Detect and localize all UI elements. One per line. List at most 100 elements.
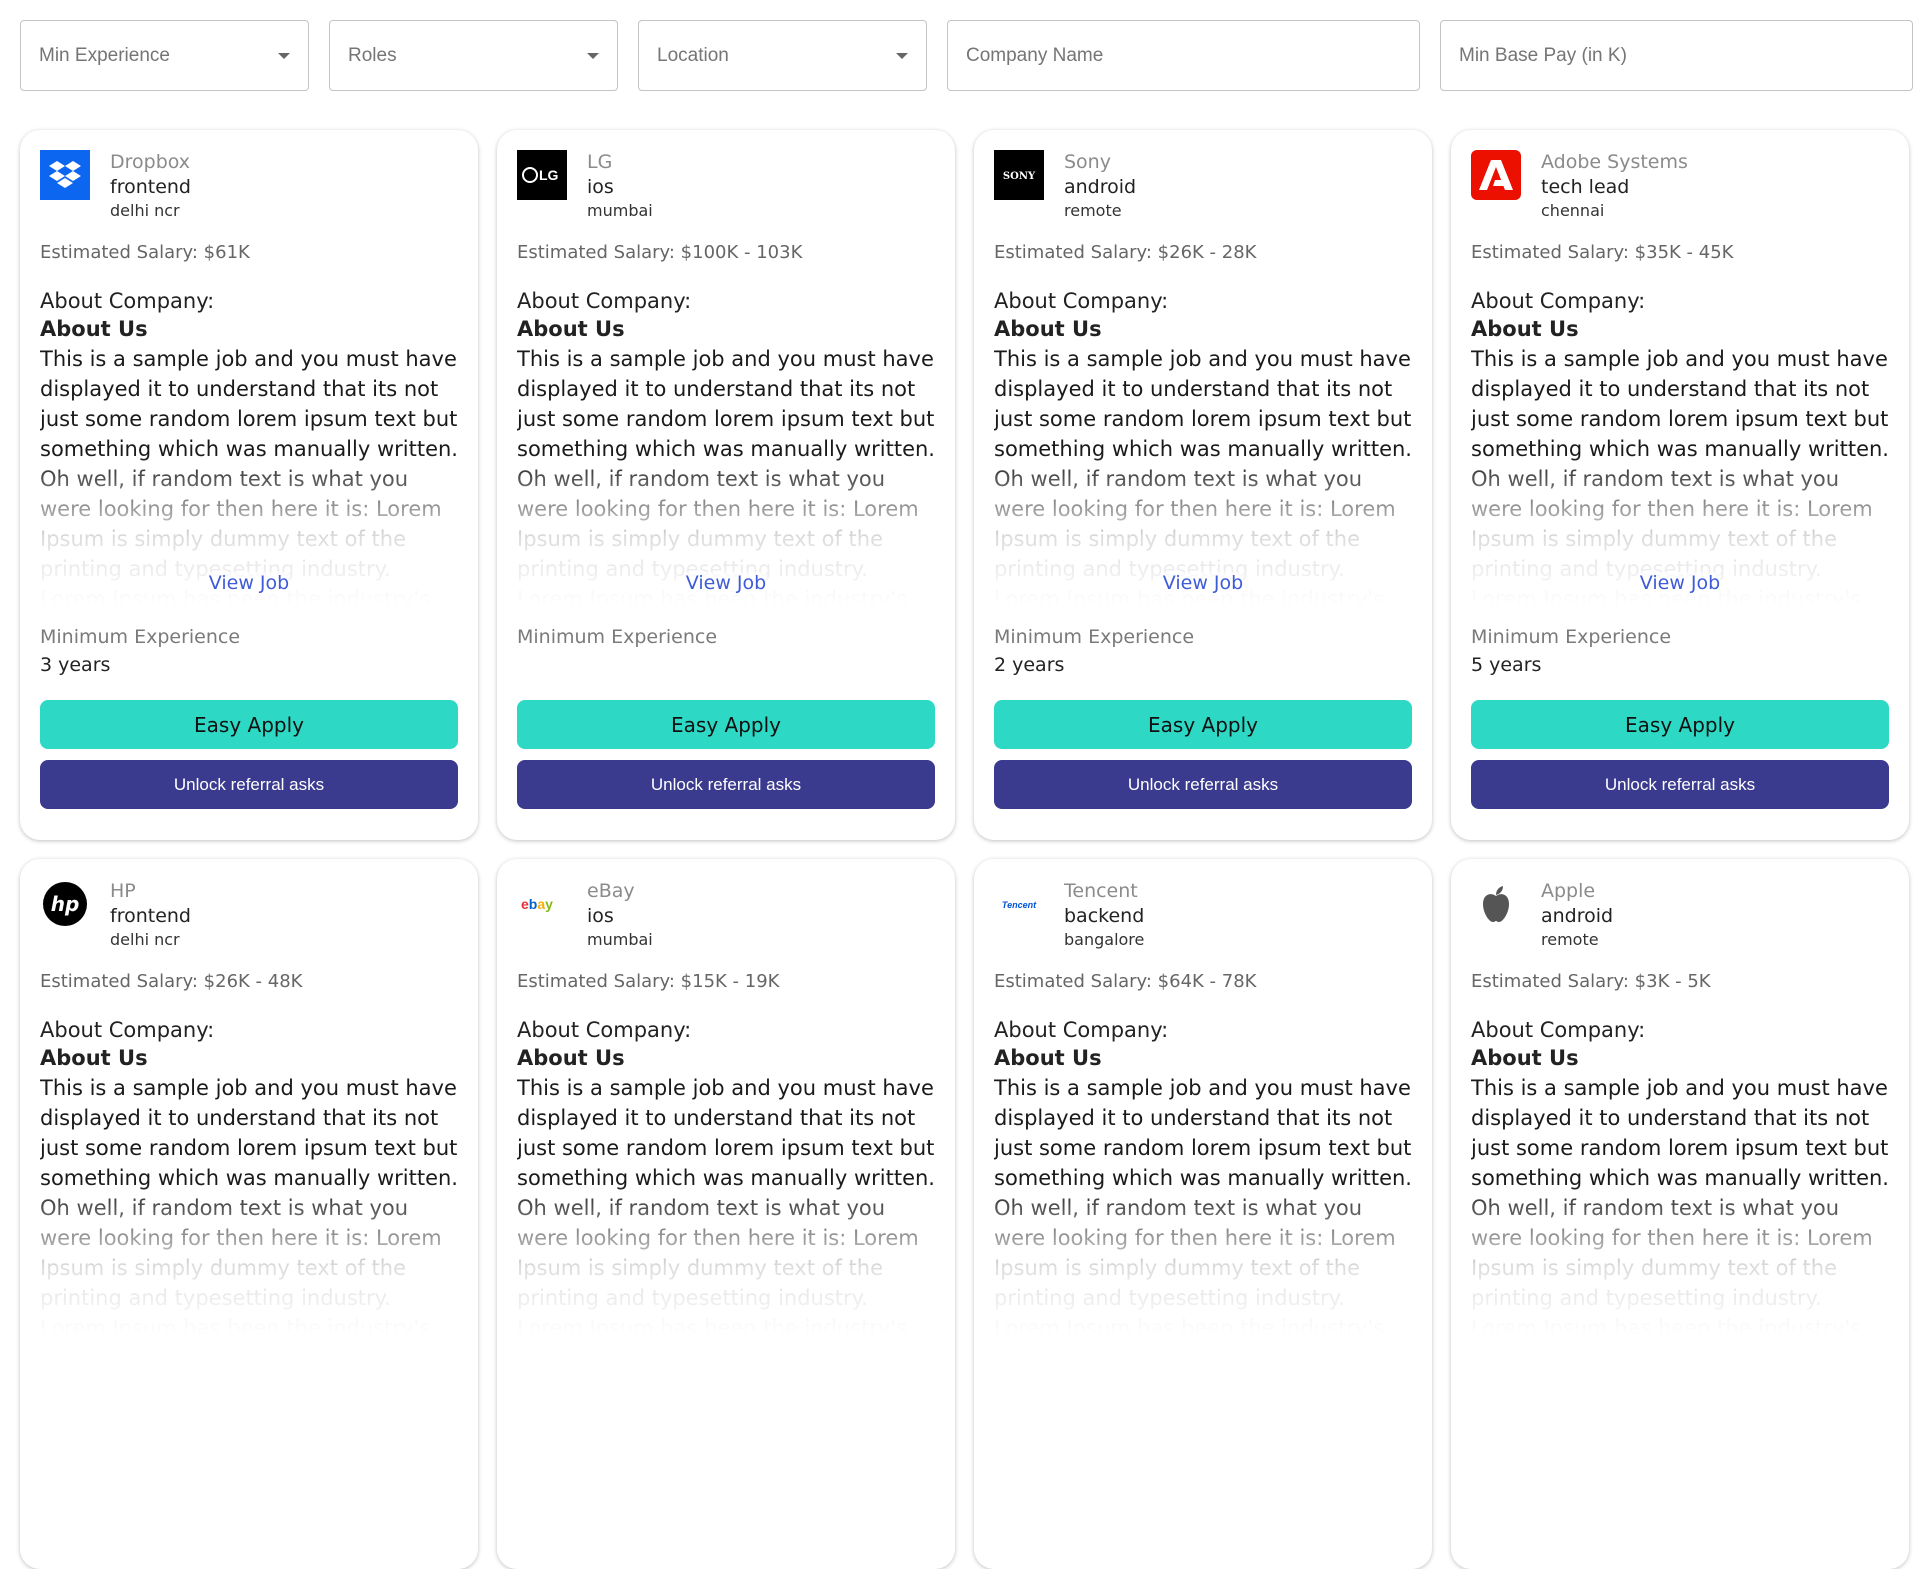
company-name: Adobe Systems [1541,151,1688,173]
description-fade [994,1183,1412,1335]
chevron-down-icon [278,53,290,59]
estimated-salary: Estimated Salary: $26K - 48K [40,971,303,992]
svg-text:SONY: SONY [1003,171,1036,182]
about-company-heading: About Company: [1471,1018,1646,1042]
job-card-grid: Dropbox frontend delhi ncr Estimated Sal… [20,130,1909,1569]
location-placeholder: Location [657,44,729,66]
job-card-header: hp HP frontend delhi ncr [40,879,458,957]
minimum-experience-value: 2 years [994,654,1065,676]
unlock-referral-button[interactable]: Unlock referral asks [517,760,935,809]
company-name: Dropbox [110,151,191,173]
minimum-experience-label: Minimum Experience [40,626,241,648]
about-us-heading: About Us [994,1046,1102,1070]
job-location: remote [1541,930,1599,949]
job-role: android [1064,176,1137,198]
view-job-link[interactable]: View Job [1162,572,1244,594]
about-company-heading: About Company: [40,1018,215,1042]
view-job-link[interactable]: View Job [1639,572,1721,594]
job-card: Tencent Tencent backend bangalore Estima… [974,859,1432,1569]
about-us-heading: About Us [517,1046,625,1070]
description-fade [517,1183,935,1335]
job-card-header: Tencent Tencent backend bangalore [994,879,1412,957]
location-select[interactable]: Location [638,20,927,91]
company-name: Apple [1541,880,1596,902]
job-description: This is a sample job and you must have d… [40,1073,458,1335]
about-us-heading: About Us [40,1046,148,1070]
about-company-heading: About Company: [994,289,1169,313]
job-location: remote [1064,201,1122,220]
apple-logo-icon [1471,879,1521,929]
job-description: This is a sample job and you must have d… [517,344,935,606]
job-card: Apple android remote Estimated Salary: $… [1451,859,1909,1569]
about-us-heading: About Us [517,317,625,341]
job-card: hp HP frontend delhi ncr Estimated Salar… [20,859,478,1569]
easy-apply-button[interactable]: Easy Apply [40,700,458,749]
unlock-referral-button[interactable]: Unlock referral asks [1471,760,1889,809]
job-location: chennai [1541,201,1605,220]
estimated-salary: Estimated Salary: $15K - 19K [517,971,780,992]
company-name-input[interactable]: Company Name [947,20,1420,91]
ebay-logo-icon: ebay [517,879,567,929]
chevron-down-icon [896,53,908,59]
job-description: This is a sample job and you must have d… [1471,1073,1889,1335]
hp-logo-icon: hp [40,879,90,929]
job-card: ebay eBay ios mumbai Estimated Salary: $… [497,859,955,1569]
minimum-experience-value: 3 years [40,654,111,676]
min-base-pay-input[interactable]: Min Base Pay (in K) [1440,20,1913,91]
chevron-down-icon [587,53,599,59]
company-name: Sony [1064,151,1111,173]
about-us-heading: About Us [40,317,148,341]
job-card: LG LG ios mumbai Estimated Salary: $100K… [497,130,955,840]
job-card-header: Apple android remote [1471,879,1889,957]
filter-bar: Min Experience Roles Location Company Na… [20,20,1913,91]
min-experience-select[interactable]: Min Experience [20,20,309,91]
job-card-header: LG LG ios mumbai [517,150,935,228]
job-location: delhi ncr [110,930,180,949]
roles-select[interactable]: Roles [329,20,618,91]
job-card: SONY Sony android remote Estimated Salar… [974,130,1432,840]
svg-text:ebay: ebay [521,896,553,912]
minimum-experience-label: Minimum Experience [994,626,1195,648]
dropbox-logo-icon [40,150,90,200]
easy-apply-button[interactable]: Easy Apply [994,700,1412,749]
about-company-heading: About Company: [994,1018,1169,1042]
estimated-salary: Estimated Salary: $35K - 45K [1471,242,1734,263]
description-fade [1471,1183,1889,1335]
about-us-heading: About Us [1471,1046,1579,1070]
min-base-pay-placeholder: Min Base Pay (in K) [1459,44,1627,66]
job-card-header: Dropbox frontend delhi ncr [40,150,458,228]
svg-text:LG: LG [539,167,559,183]
unlock-referral-button[interactable]: Unlock referral asks [994,760,1412,809]
company-name-placeholder: Company Name [966,44,1104,66]
job-card-header: Adobe Systems tech lead chennai [1471,150,1889,228]
job-location: delhi ncr [110,201,180,220]
about-company-heading: About Company: [517,1018,692,1042]
easy-apply-button[interactable]: Easy Apply [517,700,935,749]
job-card-header: SONY Sony android remote [994,150,1412,228]
job-description: This is a sample job and you must have d… [994,1073,1412,1335]
view-job-link[interactable]: View Job [685,572,767,594]
job-description: This is a sample job and you must have d… [994,344,1412,606]
unlock-referral-button[interactable]: Unlock referral asks [40,760,458,809]
about-company-heading: About Company: [1471,289,1646,313]
job-description: This is a sample job and you must have d… [517,1073,935,1335]
description-fade [40,1183,458,1335]
about-company-heading: About Company: [40,289,215,313]
job-role: frontend [110,905,191,927]
view-job-link[interactable]: View Job [208,572,290,594]
minimum-experience-label: Minimum Experience [1471,626,1672,648]
minimum-experience-label: Minimum Experience [517,626,718,648]
estimated-salary: Estimated Salary: $61K [40,242,250,263]
about-us-heading: About Us [994,317,1102,341]
company-name: eBay [587,880,635,902]
lg-logo-icon: LG [517,150,567,200]
job-role: frontend [110,176,191,198]
roles-placeholder: Roles [348,44,397,66]
easy-apply-button[interactable]: Easy Apply [1471,700,1889,749]
estimated-salary: Estimated Salary: $26K - 28K [994,242,1257,263]
about-company-heading: About Company: [517,289,692,313]
job-card: Dropbox frontend delhi ncr Estimated Sal… [20,130,478,840]
svg-text:Tencent: Tencent [1002,900,1037,910]
company-name: HP [110,880,136,902]
job-role: ios [587,176,614,198]
